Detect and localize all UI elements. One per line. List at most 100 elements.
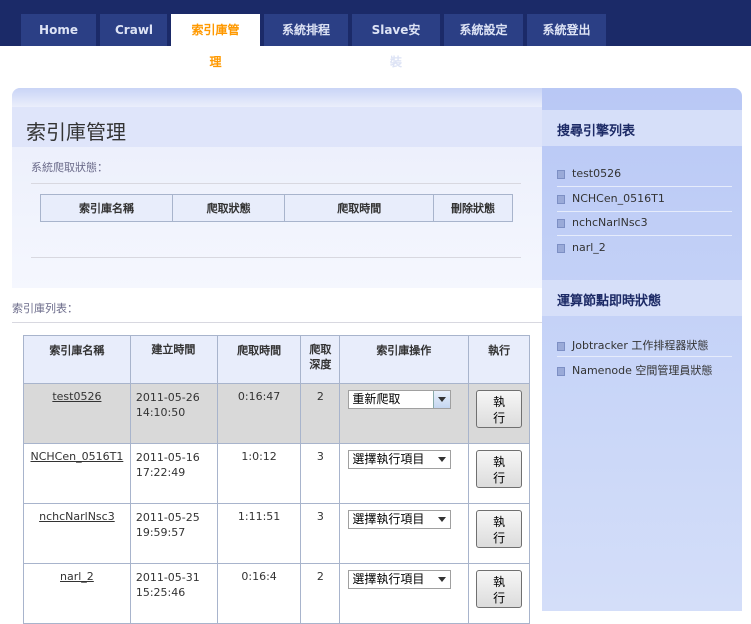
cell-depth: 2 bbox=[300, 563, 341, 624]
index-list-label: 索引庫列表： bbox=[12, 302, 78, 315]
execute-button[interactable]: 執行 bbox=[476, 510, 523, 548]
execute-button[interactable]: 執行 bbox=[476, 390, 523, 428]
divider bbox=[31, 183, 521, 184]
sidebar-item-jobtracker[interactable]: Jobtracker 工作排程器狀態 bbox=[557, 337, 732, 353]
execute-label: 執行 bbox=[493, 575, 506, 605]
cell-created: 2011-05-26 14:10:50 bbox=[129, 383, 218, 444]
divider bbox=[557, 211, 732, 212]
tab-label: 系統設定 bbox=[459, 23, 508, 37]
operation-select[interactable]: 選擇執行項目 bbox=[348, 510, 452, 529]
divider bbox=[31, 257, 521, 258]
execute-button[interactable]: 執行 bbox=[476, 570, 523, 608]
created-time: 17:22:49 bbox=[135, 466, 186, 479]
cell-execute: 執行 bbox=[468, 383, 530, 444]
crawl-status-label: 系統爬取狀態： bbox=[31, 161, 108, 174]
select-value: 選擇執行項目 bbox=[352, 512, 425, 526]
created-date: 2011-05-16 bbox=[135, 451, 200, 464]
index-link[interactable]: test0526 bbox=[52, 390, 101, 403]
col-header-created: 建立時間 bbox=[129, 335, 218, 384]
col-header-depth: 爬取深度 bbox=[300, 335, 341, 384]
operation-select[interactable]: 重新爬取 bbox=[348, 390, 452, 409]
table-row: nchcNarlNsc3 2011-05-25 19:59:57 1:11:51 … bbox=[23, 503, 530, 564]
divider bbox=[557, 235, 732, 236]
created-date: 2011-05-25 bbox=[135, 511, 200, 524]
chevron-down-icon bbox=[438, 577, 447, 582]
cell-crawl-time: 0:16:4 bbox=[216, 563, 302, 624]
cell-depth: 2 bbox=[300, 383, 341, 444]
execute-label: 執行 bbox=[493, 515, 506, 545]
page-title: 索引庫管理 bbox=[26, 120, 126, 144]
sidebar-item-label: narl_2 bbox=[572, 241, 606, 254]
index-link[interactable]: NCHCen_0516T1 bbox=[31, 450, 124, 463]
list-bullet-icon bbox=[557, 366, 565, 376]
col-header-index-name: 索引庫名稱 bbox=[40, 194, 173, 222]
crawl-status-table: 索引庫名稱 爬取狀態 爬取時間 刪除狀態 bbox=[40, 194, 513, 222]
execute-button[interactable]: 執行 bbox=[476, 450, 523, 488]
divider bbox=[557, 186, 732, 187]
execute-label: 執行 bbox=[493, 455, 506, 485]
cell-depth: 3 bbox=[300, 443, 341, 504]
operation-select[interactable]: 選擇執行項目 bbox=[348, 570, 452, 589]
col-header-crawl-status: 爬取狀態 bbox=[171, 194, 286, 222]
sidebar-item-namenode[interactable]: Namenode 空間管理員狀態 bbox=[557, 362, 732, 378]
sidebar-item-label: nchcNarlNsc3 bbox=[572, 216, 648, 229]
tab-home[interactable]: Home bbox=[21, 14, 96, 46]
table-header-row: 索引庫名稱 建立時間 爬取時間 爬取深度 索引庫操作 執行 bbox=[23, 335, 530, 384]
table-row: narl_2 2011-05-31 15:25:46 0:16:4 2 選擇執行項… bbox=[23, 563, 530, 624]
cell-operation: 選擇執行項目 bbox=[339, 503, 470, 564]
cell-crawl-time: 1:11:51 bbox=[216, 503, 302, 564]
chevron-down-icon bbox=[438, 397, 447, 402]
index-link[interactable]: narl_2 bbox=[60, 570, 94, 583]
created-date: 2011-05-26 bbox=[135, 391, 200, 404]
tab-slave-install[interactable]: Slave安裝 bbox=[352, 14, 440, 69]
sidebar-item-engine[interactable]: narl_2 bbox=[557, 241, 732, 254]
col-header-delete-status: 刪除狀態 bbox=[433, 194, 513, 222]
execute-label: 執行 bbox=[493, 395, 506, 425]
cell-execute: 執行 bbox=[468, 503, 530, 564]
tab-label: 索引庫管理 bbox=[191, 23, 240, 69]
cell-crawl-time: 0:16:47 bbox=[216, 383, 302, 444]
cell-execute: 執行 bbox=[468, 563, 530, 624]
created-time: 15:25:46 bbox=[135, 586, 186, 599]
list-bullet-icon bbox=[557, 341, 565, 351]
tab-index-management[interactable]: 索引庫管理 bbox=[171, 14, 260, 69]
sidebar-item-label: Namenode 空間管理員狀態 bbox=[572, 364, 713, 377]
col-header-index-name: 索引庫名稱 bbox=[23, 335, 131, 384]
cell-name: test0526 bbox=[23, 383, 131, 444]
select-value: 選擇執行項目 bbox=[352, 572, 425, 586]
cell-operation: 選擇執行項目 bbox=[339, 443, 470, 504]
tab-label: 系統排程 bbox=[281, 23, 330, 37]
operation-select[interactable]: 選擇執行項目 bbox=[348, 450, 452, 469]
cell-execute: 執行 bbox=[468, 443, 530, 504]
node-status-title: 運算節點即時狀態 bbox=[557, 294, 662, 309]
select-value: 重新爬取 bbox=[352, 392, 401, 406]
list-bullet-icon bbox=[557, 243, 565, 253]
sidebar-item-engine[interactable]: NCHCen_0516T1 bbox=[557, 192, 732, 205]
tab-label: Crawl bbox=[115, 23, 154, 37]
chevron-down-icon bbox=[438, 457, 447, 462]
col-header-depth-text: 爬取深度 bbox=[309, 343, 332, 371]
tab-schedule[interactable]: 系統排程 bbox=[264, 14, 348, 46]
divider bbox=[12, 322, 542, 323]
col-header-operation: 索引庫操作 bbox=[339, 335, 470, 384]
sidebar-item-label: Jobtracker 工作排程器狀態 bbox=[572, 339, 709, 352]
sidebar-item-label: NCHCen_0516T1 bbox=[572, 192, 665, 205]
sidebar-item-label: test0526 bbox=[572, 167, 622, 180]
col-header-execute: 執行 bbox=[468, 335, 530, 384]
table-row: NCHCen_0516T1 2011-05-16 17:22:49 1:0:12 … bbox=[23, 443, 530, 504]
index-link[interactable]: nchcNarlNsc3 bbox=[39, 510, 115, 523]
cell-name: NCHCen_0516T1 bbox=[23, 443, 131, 504]
table-row: test0526 2011-05-26 14:10:50 0:16:47 2 重新… bbox=[23, 383, 530, 444]
divider bbox=[557, 356, 732, 357]
tab-logout[interactable]: 系統登出 bbox=[527, 14, 606, 46]
sidebar-item-engine[interactable]: nchcNarlNsc3 bbox=[557, 216, 732, 229]
cell-created: 2011-05-16 17:22:49 bbox=[129, 443, 218, 504]
tab-settings[interactable]: 系統設定 bbox=[444, 14, 523, 46]
col-header-crawl-time: 爬取時間 bbox=[284, 194, 435, 222]
tab-crawl[interactable]: Crawl bbox=[100, 14, 167, 46]
index-table: 索引庫名稱 建立時間 爬取時間 爬取深度 索引庫操作 執行 test0526 2… bbox=[23, 335, 530, 624]
panel-header-band bbox=[12, 88, 542, 106]
sidebar-item-engine[interactable]: test0526 bbox=[557, 167, 732, 180]
search-engines-title: 搜尋引擎列表 bbox=[557, 124, 636, 139]
created-time: 14:10:50 bbox=[135, 406, 186, 419]
